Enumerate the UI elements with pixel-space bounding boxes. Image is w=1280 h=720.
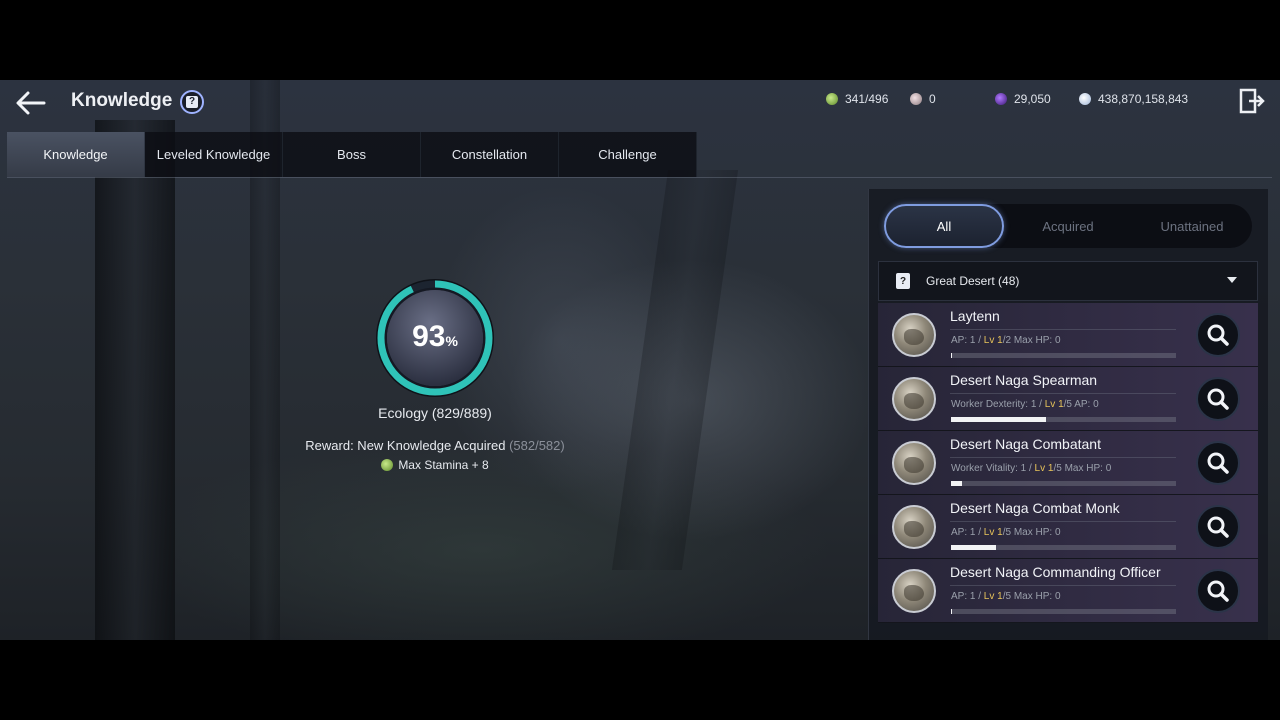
currency-crystal: 29,050: [995, 90, 1051, 108]
tree-trunk: [611, 170, 739, 570]
divider: [950, 585, 1176, 586]
book-icon: ?: [896, 273, 910, 289]
creature-portrait: [892, 441, 936, 485]
letterbox-bottom: [0, 640, 1280, 720]
energy-icon: [826, 93, 838, 105]
list-item[interactable]: Desert Naga Commanding Officer AP: 1 / L…: [878, 559, 1258, 623]
region-label: Great Desert (48): [926, 274, 1020, 288]
list-item[interactable]: Desert Naga Combatant Worker Vitality: 1…: [878, 431, 1258, 495]
pearl-icon: [910, 93, 922, 105]
crystal-icon: [995, 93, 1007, 105]
creature-portrait: [892, 313, 936, 357]
percent-number: 93: [412, 320, 446, 353]
divider: [7, 177, 1272, 178]
entry-name: Laytenn: [950, 308, 1000, 324]
currency-value: 341/496: [845, 92, 889, 106]
tree-trunk: [95, 120, 175, 640]
tab-leveled-knowledge[interactable]: Leveled Knowledge: [145, 132, 283, 177]
stamina-icon: [381, 459, 394, 471]
search-icon: [1207, 452, 1229, 474]
tab-bar: Knowledge Leveled Knowledge Boss Constel…: [7, 132, 697, 177]
ecology-progress-ring: 93%: [373, 276, 497, 400]
progress-fill: [951, 353, 953, 358]
search-icon: [1207, 388, 1229, 410]
entry-stats: Worker Dexterity: 1 / Lv 1/5 AP: 0: [951, 399, 1099, 410]
entry-stats: AP: 1 / Lv 1/5 Max HP: 0: [951, 527, 1061, 538]
tab-boss[interactable]: Boss: [283, 132, 421, 177]
ecology-label: Ecology (829/889): [378, 405, 492, 421]
page-title: Knowledge: [71, 90, 173, 111]
help-icon[interactable]: ?: [180, 90, 204, 114]
entry-progress-bar: [951, 417, 1176, 422]
entry-progress-bar: [951, 481, 1176, 486]
exit-icon: [1239, 88, 1265, 114]
chevron-down-icon: [1227, 277, 1237, 283]
reward-line: Reward: New Knowledge Acquired (582/582): [260, 438, 610, 453]
list-item[interactable]: Laytenn AP: 1 / Lv 1/2 Max HP: 0: [878, 303, 1258, 367]
divider: [950, 457, 1176, 458]
entry-name: Desert Naga Combat Monk: [950, 500, 1120, 516]
region-dropdown[interactable]: ? Great Desert (48): [878, 261, 1258, 301]
search-icon: [1207, 580, 1229, 602]
progress-fill: [951, 545, 996, 550]
divider: [950, 329, 1176, 330]
search-icon: [1207, 516, 1229, 538]
divider: [950, 521, 1176, 522]
silver-icon: [1079, 93, 1091, 105]
tab-constellation[interactable]: Constellation: [421, 132, 559, 177]
entry-stats: Worker Vitality: 1 / Lv 1/5 Max HP: 0: [951, 463, 1112, 474]
inspect-button[interactable]: [1196, 313, 1240, 357]
currency-silver: 438,870,158,843: [1079, 90, 1188, 108]
entry-progress-bar: [951, 545, 1176, 550]
knowledge-list: Laytenn AP: 1 / Lv 1/2 Max HP: 0 Desert …: [878, 303, 1258, 623]
entry-progress-bar: [951, 609, 1176, 614]
filter-all-button[interactable]: All: [884, 204, 1004, 248]
list-item[interactable]: Desert Naga Spearman Worker Dexterity: 1…: [878, 367, 1258, 431]
divider: [950, 393, 1176, 394]
back-button[interactable]: [14, 88, 48, 118]
currency-value: 438,870,158,843: [1098, 92, 1189, 106]
exit-button[interactable]: [1238, 87, 1266, 115]
percent-unit: %: [445, 333, 458, 349]
creature-portrait: [892, 569, 936, 613]
progress-fill: [951, 609, 953, 614]
tab-knowledge[interactable]: Knowledge: [7, 132, 145, 177]
top-bar: Knowledge ? 341/496 0 29,050 438,870,158…: [0, 80, 1280, 130]
entry-progress-bar: [951, 353, 1176, 358]
reward-count: (582/582): [509, 438, 565, 453]
entry-stats: AP: 1 / Lv 1/5 Max HP: 0: [951, 591, 1061, 602]
entry-stats: AP: 1 / Lv 1/2 Max HP: 0: [951, 335, 1061, 346]
entry-name: Desert Naga Spearman: [950, 372, 1098, 388]
inspect-button[interactable]: [1196, 441, 1240, 485]
search-icon: [1207, 324, 1229, 346]
currency-value: 29,050: [1014, 92, 1051, 106]
tab-challenge[interactable]: Challenge: [559, 132, 697, 177]
progress-fill: [951, 417, 1046, 422]
entry-name: Desert Naga Combatant: [950, 436, 1101, 452]
inspect-button[interactable]: [1196, 377, 1240, 421]
reward-bonus-text: Max Stamina + 8: [398, 458, 489, 472]
creature-portrait: [892, 377, 936, 421]
progress-fill: [951, 481, 963, 486]
currency-value: 0: [929, 92, 936, 106]
creature-portrait: [892, 505, 936, 549]
progress-percent: 93%: [373, 320, 497, 354]
entry-name: Desert Naga Commanding Officer: [950, 564, 1161, 580]
currency-energy: 341/496: [826, 90, 888, 108]
currency-pearl: 0: [910, 90, 990, 108]
filter-acquired-button[interactable]: Acquired: [1008, 204, 1128, 248]
filter-unattained-button[interactable]: Unattained: [1132, 204, 1252, 248]
list-item[interactable]: Desert Naga Combat Monk AP: 1 / Lv 1/5 M…: [878, 495, 1258, 559]
letterbox-top: [0, 0, 1280, 80]
inspect-button[interactable]: [1196, 569, 1240, 613]
reward-text: Reward: New Knowledge Acquired: [305, 438, 510, 453]
arrow-left-icon: [16, 91, 46, 115]
reward-bonus: Max Stamina + 8: [335, 458, 535, 472]
inspect-button[interactable]: [1196, 505, 1240, 549]
